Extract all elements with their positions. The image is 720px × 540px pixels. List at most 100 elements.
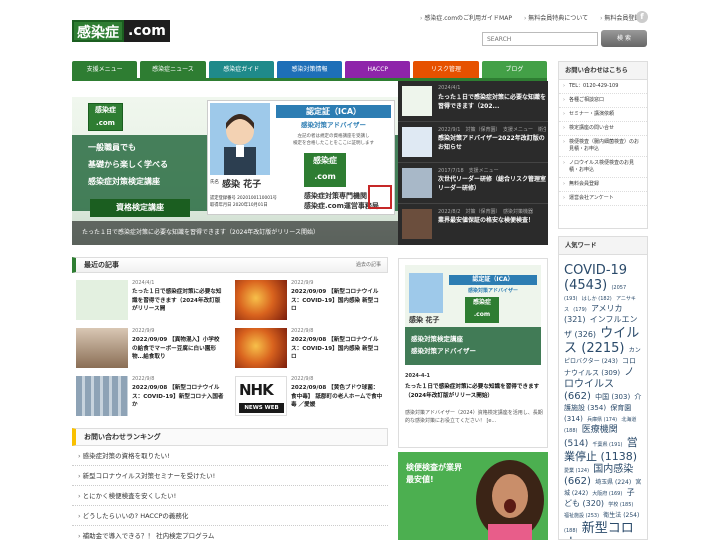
- word-tag[interactable]: (179): [573, 307, 586, 313]
- nav-tab-risk[interactable]: リスク管理: [413, 61, 479, 78]
- post-title: 2022/09/09 【新型コロナウイルス：COVID-19】国内感染 新型コロ: [291, 289, 379, 312]
- word-tag[interactable]: (4543): [564, 278, 607, 293]
- nav-tab-guide[interactable]: 感染症ガイド: [208, 61, 274, 78]
- post-item[interactable]: 2022/9/9 2022/09/09 【新型コロナウイルス：COVID-19】…: [231, 278, 386, 324]
- top-link-guide[interactable]: 感染症.comのご利用ガイドMAP: [420, 13, 512, 22]
- word-tag[interactable]: 愛業 (124): [564, 468, 589, 474]
- slider-item[interactable]: 2022/8/2 対策（保育園） 感染対策機器 業界最安値保証の格安な検便検査！: [398, 204, 548, 245]
- slider-list: 2024/4/1 たった１日で感染症対策に必要な知識を習得できます（202...…: [398, 81, 548, 245]
- search-button[interactable]: 検 索: [601, 30, 647, 47]
- contact-course[interactable]: 検定講座の問い合せ: [559, 122, 647, 136]
- hero-caption[interactable]: たった１日で感染症対策に必要な知識を習得できます（2024年改訂版がリリース開始…: [72, 221, 398, 245]
- featured-badge-bottom: .com: [473, 311, 491, 318]
- word-tag[interactable]: 大阪府 (169): [592, 491, 622, 497]
- ranking-item[interactable]: 新型コロナウイルス対策セミナーを受けたい!: [72, 466, 388, 486]
- post-title: 2022/09/09 【異物混入】小学校の給食でマーボー豆腐に白い園形物…給食取…: [132, 337, 220, 360]
- top-link-register[interactable]: 無料会員登録: [600, 13, 640, 22]
- hero-certificate: 認定証（ICA） 感染対策アドバイザー 左記の者は規定の資格講座を受講し 検定を…: [207, 100, 395, 215]
- latest-posts-header: 最近の記事 過去の記事: [72, 257, 388, 273]
- ranking-item[interactable]: 感染症対策の資格を取りたい!: [72, 446, 388, 466]
- nav-tab-measures[interactable]: 感染対策情報: [276, 61, 343, 78]
- cert-logo: 感染症 .com: [304, 153, 346, 187]
- contact-seminar[interactable]: セミナー・講演依頼: [559, 108, 647, 122]
- stool-test-ad[interactable]: 検便検査が業界最安値!: [398, 452, 548, 540]
- contact-consult[interactable]: 各種ご相談窓口: [559, 94, 647, 108]
- post-date: 2022/9/8: [291, 328, 314, 334]
- post-item[interactable]: 2024/4/1 たった１日で感染症対策に必要な知識を習得できます（2024年改…: [72, 278, 227, 324]
- ranking-item[interactable]: とにかく検便検査を安くしたい!: [72, 486, 388, 506]
- contact-survey[interactable]: 運営会社アンケート: [559, 192, 647, 206]
- post-item[interactable]: 2022/9/8 2022/09/08 【新型コロナウイルス：COVID-19】…: [72, 374, 227, 420]
- hero-badge: 感染症 .com: [88, 103, 123, 131]
- slider-title: 感染対策アドバイザー2022年改訂版のお知らせ: [438, 135, 545, 151]
- slider-item[interactable]: 2024/4/1 たった１日で感染症対策に必要な知識を習得できます（202...: [398, 81, 548, 122]
- hero-line-3: 感染症対策検定講座: [88, 177, 160, 186]
- featured-badge: 感染症 .com: [465, 297, 499, 323]
- word-tag[interactable]: はしか (182): [582, 296, 612, 302]
- inquiry-ranking: お問い合わせランキング 感染症対策の資格を取りたい! 新型コロナウイルス対策セミ…: [72, 428, 388, 540]
- featured-post[interactable]: 認定証（ICA） 感染対策アドバイザー 感染 花子 感染症 .com 感染対策検…: [398, 258, 548, 448]
- word-tag[interactable]: 兵庫県 (174): [587, 417, 617, 423]
- facebook-icon[interactable]: f: [636, 11, 648, 23]
- site-logo[interactable]: 感染症 .com: [72, 20, 172, 42]
- word-tag[interactable]: 埼玉県 (224): [595, 479, 631, 486]
- post-thumb: [76, 376, 128, 416]
- ranking-item[interactable]: 補助金で導入できる？！ 社内検定プログラム: [72, 526, 388, 540]
- past-posts-link[interactable]: 過去の記事: [356, 258, 381, 273]
- cert-number: 認定登録番号 2020100110001号: [210, 196, 277, 201]
- post-item[interactable]: NHK NEWS WEB 2022/9/8 2022/09/08 【黄色ブドウ球…: [231, 374, 386, 420]
- slider-thumb: [402, 86, 432, 116]
- search-input[interactable]: [482, 32, 598, 46]
- post-title: 2022/09/08 【新型コロナウイルス：COVID-19】国内感染 新型コロ: [291, 337, 379, 360]
- post-thumb: [76, 328, 128, 368]
- hero-banner[interactable]: 感染症 .com 一般職員でも 基礎から楽しく学べる 感染症対策検定講座 資格検…: [72, 97, 398, 245]
- featured-cert-sub: 感染対策アドバイザー: [467, 288, 518, 294]
- featured-cert-title: 認定証（ICA）: [449, 275, 537, 285]
- contact-title: お問い合わせはこちら: [559, 62, 647, 80]
- cert-title: 認定証（ICA）: [276, 105, 391, 118]
- word-tag[interactable]: COVID-19: [564, 263, 627, 278]
- word-tag[interactable]: 学校 (185): [608, 502, 633, 508]
- contact-stool-test[interactable]: 検便検査（腸内細菌検査）のお見積・お申込: [559, 136, 647, 157]
- contact-norovirus[interactable]: ノロウイルス検便検査のお見積・お申込: [559, 157, 647, 178]
- post-item[interactable]: 2022/9/9 2022/09/09 【異物混入】小学校の給食でマーボー豆腐に…: [72, 326, 227, 372]
- word-tag[interactable]: 中国 (303): [595, 393, 630, 401]
- word-cloud: COVID-19 (4543) (2057 (193) はしか (182) アニ…: [559, 255, 647, 539]
- hero-course-button[interactable]: 資格検定講座: [90, 199, 190, 217]
- post-title: たった１日で感染症対策に必要な知識を習得できます（2024年改訂版がリリース開: [132, 289, 222, 312]
- slider-item[interactable]: 2022/9/1 対策（保育園） 支援メニュー 衛生管理 感染予防対策 感染対策…: [398, 122, 548, 163]
- contact-tel[interactable]: TEL：0120-429-109: [559, 80, 647, 94]
- nav-tab-support[interactable]: 支援メニュー: [72, 61, 138, 78]
- post-date: 2022/9/9: [291, 280, 314, 286]
- word-tag[interactable]: 福祉施設 (253): [564, 513, 599, 519]
- featured-band-2: 感染対策アドバイザー: [411, 347, 476, 355]
- cert-org-1: 感染症対策専門機関: [304, 192, 367, 200]
- nav-tab-haccp[interactable]: HACCP: [345, 61, 411, 78]
- slider-item[interactable]: 2017/7/18 支援メニュー 次世代リーダー研修（総合リスク管理室リーダー研…: [398, 163, 548, 204]
- logo-text-domain: .com: [124, 20, 170, 42]
- word-tag[interactable]: 千葉県 (191): [592, 442, 622, 448]
- contact-register[interactable]: 無料会員登録: [559, 178, 647, 192]
- latest-posts: 最近の記事 過去の記事 2024/4/1 たった１日で感染症対策に必要な知識を習…: [72, 257, 388, 419]
- word-tag[interactable]: (2215): [581, 341, 624, 356]
- slider-meta: 2022/9/1 対策（保育園） 支援メニュー 衛生管理 感染予防対策: [438, 127, 546, 133]
- popular-words-title: 人気ワード: [559, 237, 647, 255]
- word-tag[interactable]: 衛生法 (254): [603, 512, 639, 519]
- post-thumb: [76, 280, 128, 320]
- post-thumb: [235, 280, 287, 320]
- featured-excerpt: 感染対策アドバイザー（2024）資格検定講座を活用し、長期的な感染対策にお役立て…: [405, 410, 543, 424]
- popular-words: 人気ワード COVID-19 (4543) (2057 (193) はしか (1…: [558, 236, 648, 540]
- top-link-benefits[interactable]: 無料会員特典について: [524, 13, 588, 22]
- post-thumb: [235, 328, 287, 368]
- nav-tab-news[interactable]: 感染症ニュース: [140, 61, 206, 78]
- featured-band-1: 感染対策検定講座: [411, 335, 463, 343]
- slider-meta: 2017/7/18 支援メニュー: [438, 168, 499, 174]
- woman-photo-icon: [476, 460, 544, 540]
- featured-badge-top: 感染症: [472, 299, 491, 306]
- post-item[interactable]: 2022/9/8 2022/09/08 【新型コロナウイルス：COVID-19】…: [231, 326, 386, 372]
- ad-text: 検便検査が業界最安値!: [406, 463, 462, 484]
- ranking-item[interactable]: どうしたらいいの? HACCPの義務化: [72, 506, 388, 526]
- post-date: 2022/9/9: [132, 328, 155, 334]
- nav-tab-blog[interactable]: ブログ: [481, 61, 547, 78]
- word-tag[interactable]: (188): [564, 528, 577, 534]
